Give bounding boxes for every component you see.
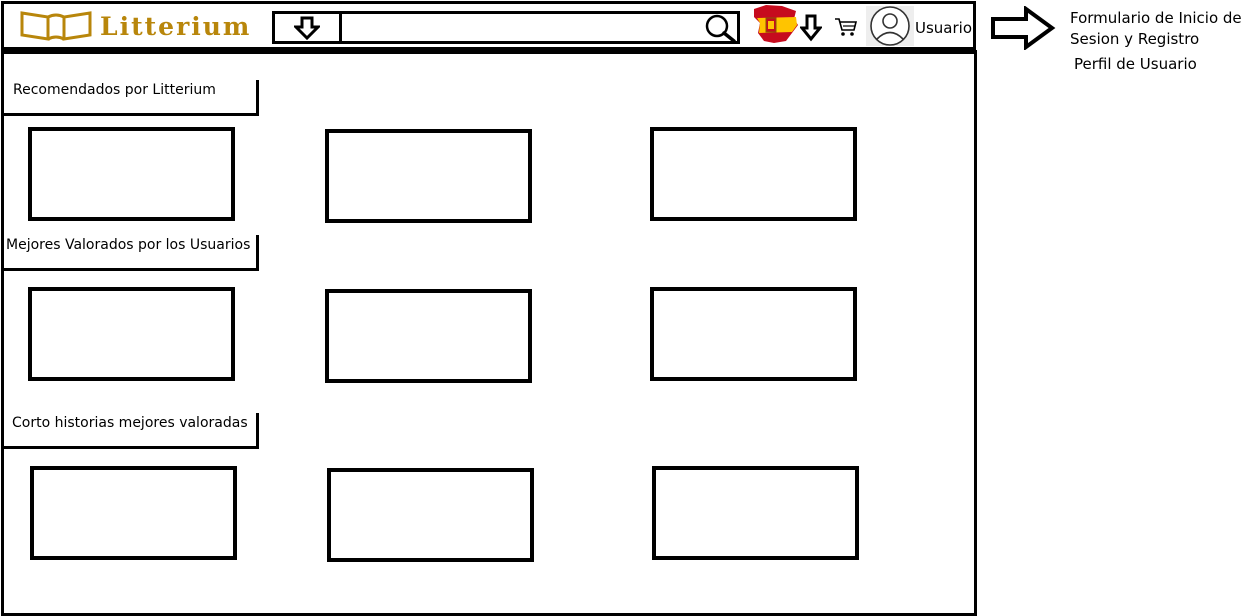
book-card[interactable] xyxy=(28,287,235,381)
spain-flag-icon[interactable] xyxy=(752,3,800,47)
book-card[interactable] xyxy=(325,289,532,383)
story-card[interactable] xyxy=(30,466,237,560)
search-input[interactable] xyxy=(339,11,740,44)
story-card[interactable] xyxy=(652,466,859,560)
user-avatar-icon[interactable] xyxy=(866,6,914,46)
book-logo-icon xyxy=(20,11,92,41)
cart-icon[interactable] xyxy=(834,16,858,38)
category-dropdown-button[interactable] xyxy=(272,11,342,44)
user-label[interactable]: Usuario xyxy=(915,19,972,37)
search-icon xyxy=(705,14,736,43)
annotation-login-register: Formulario de Inicio de Sesion y Registr… xyxy=(1070,9,1242,48)
arrow-down-icon xyxy=(294,16,320,40)
book-card[interactable] xyxy=(650,127,857,221)
book-card[interactable] xyxy=(28,127,235,221)
section-title-recommended: Recomendados por Litterium xyxy=(4,80,259,116)
search-button[interactable] xyxy=(700,11,740,44)
section-title-short-stories: Corto historias mejores valoradas xyxy=(4,413,259,449)
arrow-right-icon xyxy=(991,6,1056,50)
book-card[interactable] xyxy=(325,129,532,223)
logo-text: Litterium xyxy=(100,11,252,41)
story-card[interactable] xyxy=(327,468,534,562)
book-card[interactable] xyxy=(650,287,857,381)
logo[interactable]: Litterium xyxy=(18,8,263,44)
section-title-top-rated: Mejores Valorados por los Usuarios xyxy=(4,235,259,271)
arrow-down-icon[interactable] xyxy=(800,14,822,42)
annotation-user-profile: Perfil de Usuario xyxy=(1074,55,1197,73)
